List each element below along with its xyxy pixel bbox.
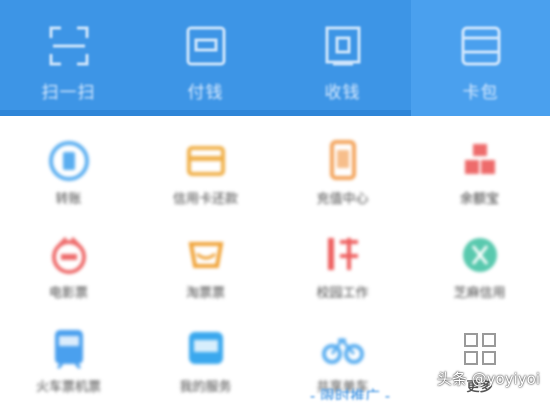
tab-scan-label: 扫一扫 — [41, 83, 96, 103]
grid-item-train[interactable]: 火车票机票 — [0, 316, 137, 408]
grid-item-balance[interactable]: 余额宝 — [411, 128, 548, 220]
grid-item-label: 充值中心 — [316, 192, 369, 207]
grid-item-more[interactable]: 更多 — [411, 316, 548, 408]
train-icon — [54, 330, 83, 370]
promo-label: - 限时推广 - — [309, 387, 391, 400]
grid-item-topup[interactable]: 充值中心 — [274, 128, 411, 220]
service-icon — [188, 332, 223, 364]
grid-item-school[interactable]: 校园工作 — [274, 222, 411, 314]
grid-item-label: 电影票 — [48, 286, 88, 301]
grid-item-label: 淘票票 — [185, 286, 225, 301]
school-icon — [327, 238, 358, 270]
balance-icon — [464, 144, 495, 174]
grid-item-cup[interactable]: 淘票票 — [137, 222, 274, 314]
grid-item-label: 余额宝 — [459, 192, 499, 207]
grid-item-label: 芝麻信用 — [453, 286, 506, 301]
card-wallet-icon — [461, 26, 500, 66]
grid-item-label: 火车票机票 — [35, 380, 101, 395]
credit-card-icon — [186, 146, 225, 176]
grid-item-movie[interactable]: 电影票 — [0, 222, 137, 314]
grid-item-label: 转账 — [55, 192, 82, 207]
cup-icon — [188, 242, 223, 268]
tab-receive-label: 收钱 — [324, 83, 361, 103]
watermark: 头条 @yoyiyoi — [436, 370, 540, 388]
more-grid-icon — [463, 333, 496, 365]
grid-item-label: 我的服务 — [179, 380, 232, 395]
movie-ticket-icon — [51, 236, 86, 274]
tab-receive[interactable]: 收钱 — [274, 0, 411, 116]
transfer-icon — [48, 141, 89, 181]
receive-money-icon — [325, 26, 360, 66]
tab-pay[interactable]: 付钱 — [137, 0, 274, 116]
bike-icon — [321, 337, 364, 364]
grid-item-label: 校园工作 — [316, 286, 369, 301]
grid-item-sesame[interactable]: 芝麻信用 — [411, 222, 548, 314]
phone-topup-icon — [329, 140, 356, 180]
grid-item-transfer[interactable]: 转账 — [0, 128, 137, 220]
tab-scan[interactable]: 扫一扫 — [0, 0, 137, 116]
grid-item-credit-card[interactable]: 信用卡还款 — [137, 128, 274, 220]
tab-pay-label: 付钱 — [187, 83, 224, 103]
sesame-icon — [462, 238, 497, 272]
scan-icon — [49, 26, 88, 66]
pay-card-icon — [186, 26, 225, 66]
top-action-bar: 扫一扫 付钱 收钱 卡包 — [0, 0, 550, 116]
grid-item-service[interactable]: 我的服务 — [137, 316, 274, 408]
grid-item-label: 信用卡还款 — [172, 192, 238, 207]
tab-card-wallet[interactable]: 卡包 — [411, 0, 550, 116]
tab-card-wallet-label: 卡包 — [462, 83, 499, 103]
